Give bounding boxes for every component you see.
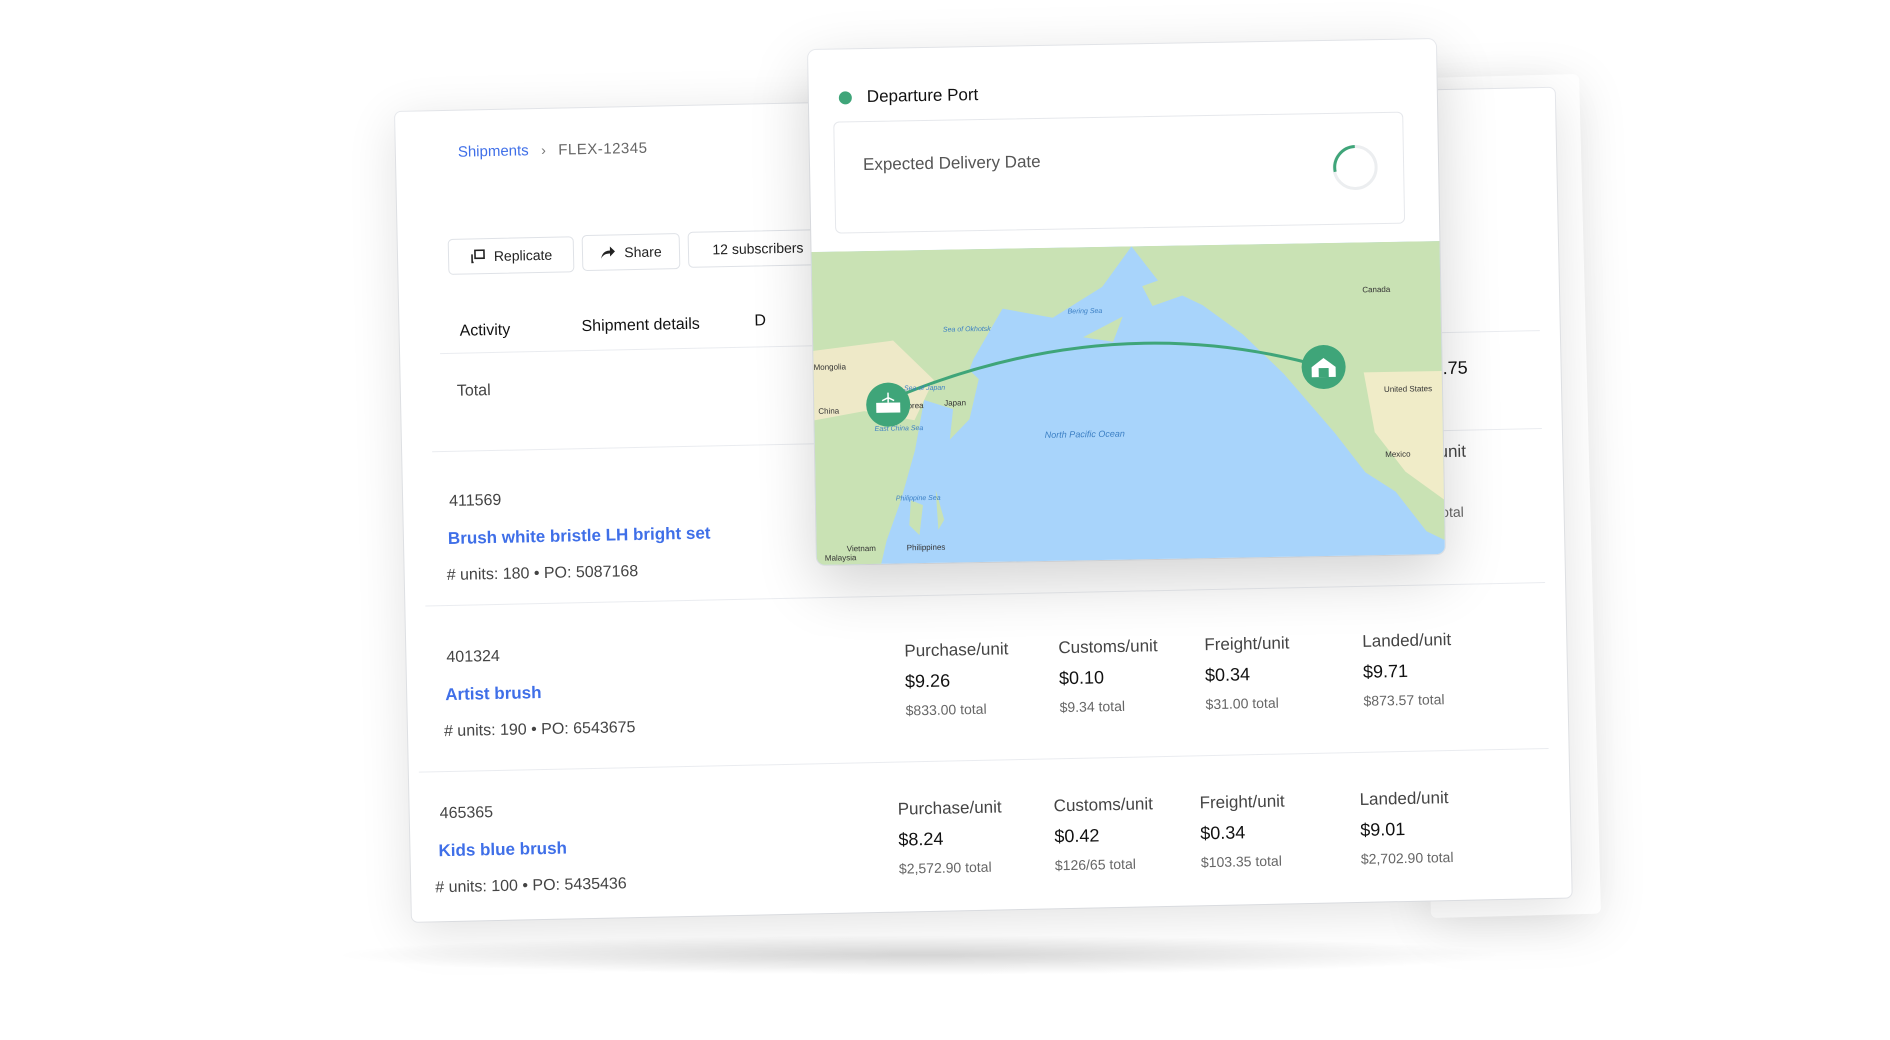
breadcrumb-separator: › xyxy=(540,141,546,158)
status-dot xyxy=(838,91,852,105)
landed-col: Landed/unit $9.01 $2,702.90 total xyxy=(1359,788,1453,867)
map-label: United States xyxy=(1384,384,1432,394)
col-label: Freight/unit xyxy=(1199,791,1285,813)
subscribers-button[interactable]: 12 subscribers xyxy=(687,228,829,268)
row-id: 411569 xyxy=(448,491,502,510)
col-label: Purchase/unit xyxy=(897,797,1002,819)
freight-col: Freight/unit $0.34 $103.35 total xyxy=(1199,792,1286,871)
col-value: $9.71 xyxy=(1362,660,1409,682)
map-label: China xyxy=(818,407,840,416)
col-total: $2,702.90 total xyxy=(1360,848,1454,867)
divider xyxy=(425,582,1546,607)
map-label: Vietnam xyxy=(847,544,877,554)
col-label: Landed/unit xyxy=(1359,788,1449,809)
col-total: $103.35 total xyxy=(1200,852,1283,871)
col-label: Landed/unit xyxy=(1362,629,1452,651)
freight-col: Freight/unit $0.34 $31.00 total xyxy=(1204,633,1291,712)
divider xyxy=(418,747,1549,773)
replicate-label: Replicate xyxy=(493,246,553,264)
customs-col: Customs/unit $0.42 $126/65 total xyxy=(1053,794,1154,873)
breadcrumb-shipments-link[interactable]: Shipments xyxy=(458,142,529,160)
share-arrow-icon xyxy=(601,246,616,259)
purchase-col: Purchase/unit $9.26 $833.00 total xyxy=(904,639,1010,718)
col-value: $0.34 xyxy=(1204,664,1251,686)
tab-shipment-details[interactable]: Shipment details xyxy=(581,316,700,336)
customs-col: Customs/unit $0.10 $9.34 total xyxy=(1058,636,1159,715)
col-label: Customs/unit xyxy=(1058,636,1158,658)
row-id: 465365 xyxy=(439,804,494,823)
loading-spinner-icon xyxy=(1332,144,1378,190)
row-meta: # units: 190 • PO: 6543675 xyxy=(443,719,636,741)
breadcrumb-current: FLEX-12345 xyxy=(558,139,648,159)
expected-delivery-label: Expected Delivery Date xyxy=(862,151,1041,175)
col-total: $126/65 total xyxy=(1054,855,1137,874)
map-label: Philippine Sea xyxy=(896,495,941,503)
map-label: Bering Sea xyxy=(1068,308,1103,316)
col-value: $0.42 xyxy=(1054,825,1100,847)
total-label: Total xyxy=(456,382,491,400)
row-id: 401324 xyxy=(446,647,500,667)
tab-partial[interactable]: D xyxy=(754,312,766,330)
col-total: $31.00 total xyxy=(1205,694,1279,713)
map-label: Canada xyxy=(1362,285,1391,294)
share-button[interactable]: Share xyxy=(581,233,681,272)
col-label: Freight/unit xyxy=(1204,633,1290,655)
popup-title: Departure Port xyxy=(866,85,979,106)
landed-col: Landed/unit $9.71 $873.57 total xyxy=(1362,630,1452,709)
map-label: Sea of Okhotsk xyxy=(943,326,991,334)
map-label: East China Sea xyxy=(875,425,924,433)
row-meta: # units: 100 • PO: 5435436 xyxy=(435,875,627,897)
col-value: $9.01 xyxy=(1360,819,1406,840)
map-label: Japan xyxy=(944,398,966,407)
subscribers-label: 12 subscribers xyxy=(712,239,804,258)
expected-delivery-box: Expected Delivery Date xyxy=(833,111,1406,234)
row-name-link[interactable]: Brush white bristle LH bright set xyxy=(448,523,711,548)
map-label: Mongolia xyxy=(813,362,846,372)
col-value: $9.26 xyxy=(904,670,951,692)
route-map[interactable]: Mongolia China Korea Japan Philippines V… xyxy=(808,240,1445,565)
col-total: $873.57 total xyxy=(1363,691,1445,709)
col-label: Purchase/unit xyxy=(904,639,1009,661)
col-total: $833.00 total xyxy=(905,700,987,719)
row-name-link[interactable]: Artist brush xyxy=(445,683,542,705)
purchase-col: Purchase/unit $8.24 $2,572.90 total xyxy=(898,797,1004,876)
map-label: Philippines xyxy=(907,543,946,553)
col-value: $8.24 xyxy=(898,828,944,850)
map-label: North Pacific Ocean xyxy=(1045,429,1125,440)
col-total: $2,572.90 total xyxy=(898,858,992,877)
col-value: $0.10 xyxy=(1058,667,1105,689)
row-meta: # units: 180 • PO: 5087168 xyxy=(446,563,639,585)
departure-port-popup: Departure Port Expected Delivery Date Mo… xyxy=(808,39,1445,565)
replicate-button[interactable]: Replicate xyxy=(447,236,575,275)
map-label: Malaysia xyxy=(825,553,857,563)
breadcrumb: Shipments › FLEX-12345 xyxy=(458,140,648,162)
replicate-icon xyxy=(471,249,485,264)
map-label: Mexico xyxy=(1385,450,1411,459)
tab-activity[interactable]: Activity xyxy=(459,322,510,341)
map-label: Sea of Japan xyxy=(904,385,945,393)
col-label: Customs/unit xyxy=(1053,794,1154,816)
col-value: $0.34 xyxy=(1200,822,1246,844)
col-total: $9.34 total xyxy=(1059,697,1126,716)
row-name-link[interactable]: Kids blue brush xyxy=(438,839,567,862)
floor-shadow xyxy=(330,935,1510,975)
share-label: Share xyxy=(624,243,662,261)
